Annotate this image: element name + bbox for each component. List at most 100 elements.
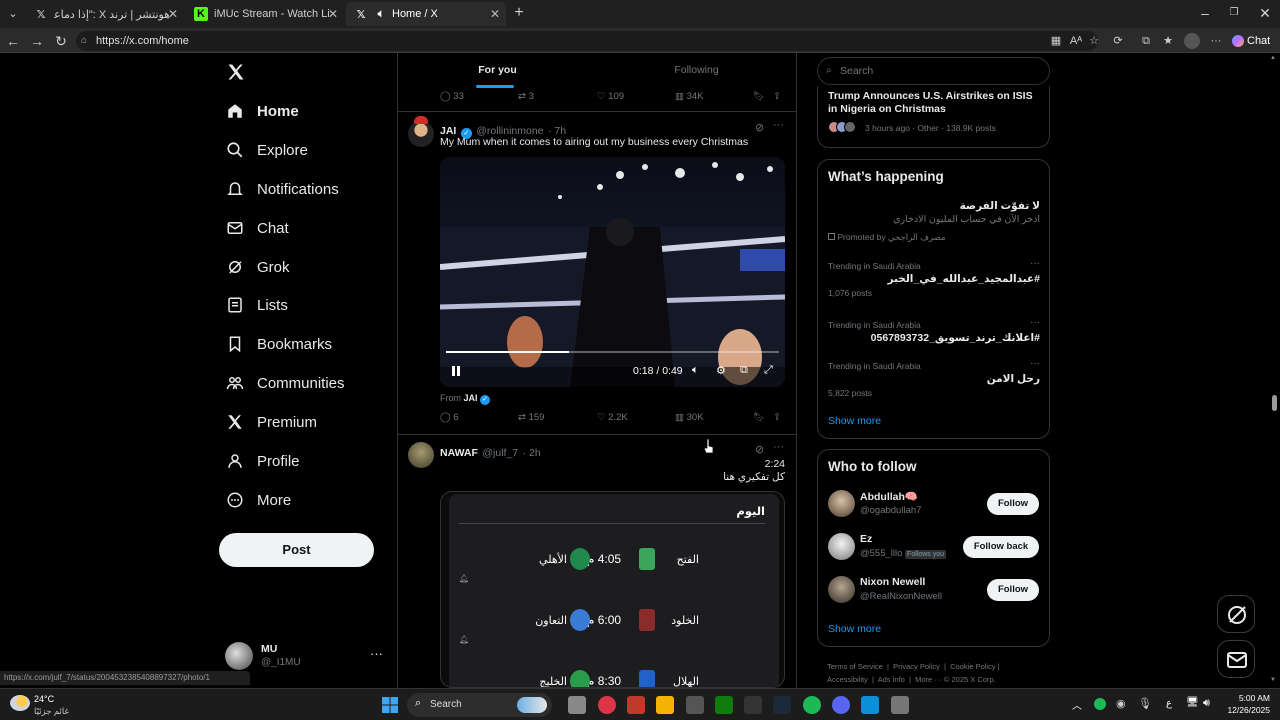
tab-following[interactable]: Following bbox=[597, 55, 796, 87]
url-field[interactable]: ⌂ https://x.com/home bbox=[76, 31, 1098, 51]
like-button[interactable]: ♡ 109 bbox=[597, 91, 624, 102]
favorites-bar-icon[interactable]: ★ bbox=[1160, 33, 1176, 49]
fixtures-card[interactable]: اليوم الفتح 4:05 م الأهلي 🔔︎ الخلود 6:00 م الت… bbox=[440, 491, 785, 688]
browser-tab-1[interactable]: 𝕏 هونتشر | ترند X :"إذا دماعك يميز ✕ bbox=[26, 2, 184, 26]
trend-more-icon[interactable]: ··· bbox=[1030, 258, 1040, 269]
clock[interactable]: 5:00 AM 12/26/2025 bbox=[1222, 693, 1270, 715]
views-button[interactable]: ▥ 34K bbox=[675, 91, 704, 102]
footer-link[interactable]: Accessibility bbox=[827, 675, 868, 684]
microphone-icon[interactable]: 🎙︎ bbox=[1138, 697, 1152, 710]
scroll-up-arrow[interactable]: ▲ bbox=[1270, 55, 1276, 61]
refresh-button[interactable]: ↻ bbox=[52, 32, 70, 50]
collections-icon[interactable]: ⧉ bbox=[1138, 33, 1154, 49]
share-icon[interactable]: ⇪ bbox=[773, 412, 781, 423]
follow-button[interactable]: Follow bbox=[987, 579, 1039, 601]
copilot-chat-button[interactable]: Chat bbox=[1232, 31, 1276, 51]
nav-item-lists[interactable]: Lists bbox=[225, 290, 288, 320]
repost-button[interactable]: ⇄ 3 bbox=[518, 91, 534, 102]
author-handle[interactable]: @julf_7 bbox=[482, 447, 518, 459]
store-icon[interactable] bbox=[686, 696, 704, 714]
from-name[interactable]: JAI bbox=[464, 393, 478, 403]
nav-item-communities[interactable]: Communities bbox=[225, 368, 345, 398]
site-info-icon[interactable]: ⌂ bbox=[81, 31, 87, 51]
nav-item-profile[interactable]: Profile bbox=[225, 446, 300, 476]
nav-item-grok[interactable]: Grok bbox=[225, 252, 290, 282]
footer-link[interactable]: Terms of Service bbox=[827, 662, 883, 671]
read-aloud-icon[interactable]: Aᴬ bbox=[1068, 33, 1084, 49]
account-switcher[interactable]: MU @_I1MU ··· bbox=[225, 640, 385, 674]
author-name[interactable]: NAWAF bbox=[440, 447, 478, 459]
back-button[interactable]: ← bbox=[4, 32, 22, 50]
picture-in-picture-icon[interactable]: ⧉ bbox=[740, 364, 748, 377]
forward-button[interactable]: → bbox=[28, 32, 46, 50]
favorite-icon[interactable]: ☆ bbox=[1086, 33, 1102, 49]
search-input[interactable]: ⌕ Search bbox=[817, 57, 1050, 85]
close-tab-icon[interactable]: ✕ bbox=[328, 7, 338, 21]
post-button[interactable]: Post bbox=[219, 533, 374, 567]
start-button[interactable] bbox=[381, 696, 399, 714]
bookmark-icon[interactable]: 🔖︎ bbox=[753, 91, 765, 102]
follow-button[interactable]: Follow back bbox=[963, 536, 1039, 558]
repost-button[interactable]: ⇄ 159 bbox=[518, 412, 544, 423]
epic-games-icon[interactable] bbox=[744, 696, 762, 714]
follow-suggestion[interactable]: Nixon Newell @RealNixonNewell Follow bbox=[818, 576, 1051, 612]
new-tab-button[interactable]: + bbox=[510, 4, 528, 22]
footer-link[interactable]: More ··· bbox=[915, 675, 942, 684]
follow-suggestion[interactable]: Ez @555_lllo Follows you Follow back bbox=[818, 533, 1051, 569]
xbox-icon[interactable] bbox=[715, 696, 733, 714]
follow-suggestion[interactable]: Abdullah🧠 @ogabdullah7 Follow bbox=[818, 490, 1051, 526]
tray-icon[interactable]: ◉ bbox=[1116, 697, 1126, 710]
taskbar-search[interactable]: ⌕ Search bbox=[407, 693, 552, 717]
trend-item[interactable]: Trending in Saudi Arabia ··· رحل الامن 5,82… bbox=[828, 358, 1040, 401]
nav-item-home[interactable]: Home bbox=[225, 96, 299, 126]
nav-item-explore[interactable]: Explore bbox=[225, 135, 308, 165]
nav-item-bookmarks[interactable]: Bookmarks bbox=[225, 329, 332, 359]
fullscreen-icon[interactable]: ⤢ bbox=[764, 364, 773, 377]
trend-more-icon[interactable]: ··· bbox=[1030, 317, 1040, 328]
footer-link[interactable]: Cookie Policy bbox=[950, 662, 995, 671]
language-indicator[interactable]: ع bbox=[1166, 698, 1172, 709]
messages-float-button[interactable] bbox=[1217, 640, 1255, 678]
edge-icon[interactable] bbox=[861, 696, 879, 714]
x-logo-icon[interactable] bbox=[226, 62, 246, 82]
network-icon[interactable]: 🖥︎ bbox=[1186, 697, 1199, 708]
grok-float-button[interactable] bbox=[1217, 595, 1255, 633]
trend-item[interactable]: Trending in Saudi Arabia ··· #اعلانك_ترند_… bbox=[828, 317, 1040, 360]
account-more-icon[interactable]: ··· bbox=[370, 646, 383, 661]
spotify-tray-icon[interactable] bbox=[1094, 698, 1106, 710]
grok-icon[interactable]: ⊘ bbox=[755, 443, 764, 456]
close-tab-icon[interactable]: ✕ bbox=[168, 7, 178, 21]
nav-item-premium[interactable]: Premium bbox=[225, 407, 317, 437]
share-icon[interactable]: ⇪ bbox=[773, 91, 781, 102]
views-button[interactable]: ▥ 30K bbox=[675, 412, 704, 423]
post-more-icon[interactable]: ··· bbox=[773, 119, 784, 131]
volume-icon[interactable]: 🔊︎ bbox=[1203, 697, 1210, 710]
video-progress-track[interactable] bbox=[446, 351, 779, 353]
reply-button[interactable]: ◯ 33 bbox=[440, 91, 464, 102]
discord-icon[interactable] bbox=[832, 696, 850, 714]
footer-link[interactable]: Privacy Policy bbox=[893, 662, 940, 671]
volume-icon[interactable]: 🔈︎ bbox=[692, 364, 699, 377]
split-screen-icon[interactable]: ▦ bbox=[1048, 33, 1064, 49]
show-more-follows[interactable]: Show more bbox=[828, 623, 881, 635]
top-trend-card[interactable]: Trump Announces U.S. Airstrikes on ISIS … bbox=[817, 86, 1050, 148]
follow-button[interactable]: Follow bbox=[987, 493, 1039, 515]
close-tab-icon[interactable]: ✕ bbox=[490, 7, 500, 21]
weather-widget[interactable]: 24°C غائم جزئيًا bbox=[10, 692, 90, 718]
video-player[interactable]: 0:18 / 0:49 🔈︎ ⚙ ⧉ ⤢ bbox=[440, 157, 785, 387]
minimize-button[interactable]: – bbox=[1196, 4, 1214, 22]
close-window-button[interactable]: ✕ bbox=[1256, 4, 1274, 22]
post-avatar[interactable] bbox=[408, 121, 434, 147]
reply-button[interactable]: ◯ 6 bbox=[440, 412, 459, 423]
like-button[interactable]: ♡ 2.2K bbox=[597, 412, 628, 423]
post-more-icon[interactable]: ··· bbox=[773, 441, 784, 453]
bookmark-icon[interactable]: 🔖︎ bbox=[753, 412, 765, 423]
tab-list-button[interactable]: ⌄ bbox=[4, 5, 22, 23]
notification-bell-icon[interactable]: 🔔︎ bbox=[459, 574, 469, 583]
browser-tab-2[interactable]: K iMUc Stream - Watch Live on Kick ✕ bbox=[186, 2, 344, 26]
profile-avatar[interactable] bbox=[1184, 33, 1200, 49]
pause-icon[interactable] bbox=[450, 365, 462, 377]
footer-link[interactable]: Ads info bbox=[878, 675, 905, 684]
nav-item-chat[interactable]: Chat bbox=[225, 213, 289, 243]
scroll-down-arrow[interactable]: ▼ bbox=[1270, 677, 1276, 683]
